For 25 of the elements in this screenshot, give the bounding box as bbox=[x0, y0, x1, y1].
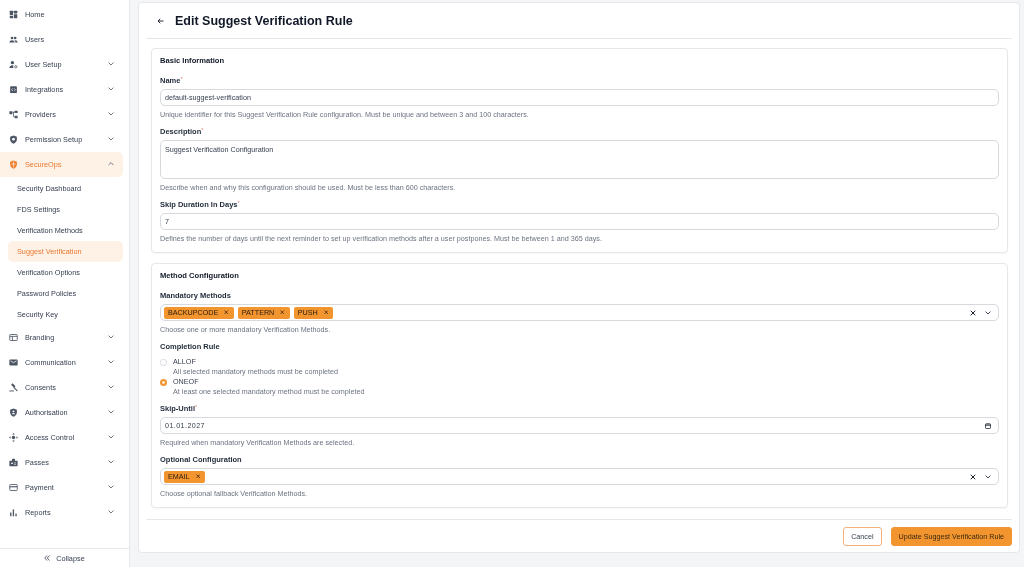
shield-icon bbox=[9, 159, 18, 169]
chevron-down-icon[interactable] bbox=[985, 474, 991, 479]
people-icon bbox=[9, 34, 18, 44]
grid-icon bbox=[9, 9, 18, 19]
gavel-icon bbox=[9, 382, 18, 392]
user-settings-icon bbox=[9, 59, 18, 69]
hierarchy-icon bbox=[9, 109, 18, 119]
shield-icon bbox=[9, 134, 18, 144]
code-icon bbox=[9, 84, 18, 94]
shield-person-icon bbox=[9, 407, 18, 417]
move-arrows-icon bbox=[9, 432, 18, 442]
envelope-icon bbox=[9, 357, 18, 367]
bar-chart-icon bbox=[9, 507, 18, 517]
radio-button[interactable] bbox=[160, 378, 167, 386]
calendar-icon[interactable] bbox=[985, 422, 991, 429]
close-icon[interactable] bbox=[970, 473, 976, 480]
double-chevron-left-icon bbox=[44, 555, 51, 561]
id-badge-icon bbox=[9, 457, 18, 467]
radio-button[interactable] bbox=[160, 358, 167, 366]
chevron-down-icon[interactable] bbox=[985, 310, 991, 315]
page-title: Edit Suggest Verification Rule bbox=[175, 13, 353, 28]
credit-card-icon bbox=[9, 482, 18, 492]
browser-window-icon bbox=[9, 332, 18, 342]
arrow-left-icon[interactable] bbox=[157, 17, 164, 24]
close-icon[interactable] bbox=[970, 309, 976, 316]
